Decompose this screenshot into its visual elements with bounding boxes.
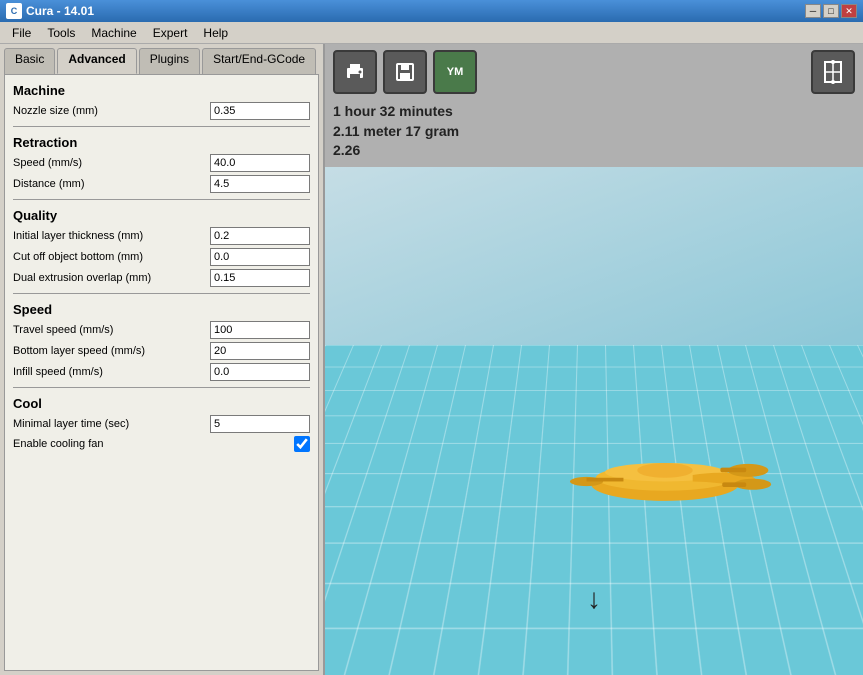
maximize-button[interactable]: □ [823, 4, 839, 18]
title-text: Cura - 14.01 [26, 4, 94, 18]
ym-button[interactable]: YM [433, 50, 477, 94]
separator-cool [13, 387, 310, 388]
input-cut-off[interactable] [210, 248, 310, 266]
app-icon: C [6, 3, 22, 19]
tab-basic[interactable]: Basic [4, 48, 55, 74]
print-info-text: 1 hour 32 minutes 2.11 meter 17 gram 2.2… [333, 102, 855, 161]
field-row-retraction-speed: Speed (mm/s) [13, 154, 310, 172]
field-row-nozzle: Nozzle size (mm) [13, 102, 310, 120]
save-button[interactable] [383, 50, 427, 94]
section-quality: Quality [13, 208, 310, 223]
input-infill-speed[interactable] [210, 363, 310, 381]
label-bottom-layer-speed: Bottom layer speed (mm/s) [13, 345, 210, 357]
toolbar: YM [325, 44, 863, 100]
field-row-retraction-distance: Distance (mm) [13, 175, 310, 193]
label-initial-layer: Initial layer thickness (mm) [13, 230, 210, 242]
down-arrow-icon: ↓ [587, 583, 601, 615]
settings-area: Machine Nozzle size (mm) Retraction Spee… [4, 74, 319, 671]
label-travel-speed: Travel speed (mm/s) [13, 324, 210, 336]
field-row-travel-speed: Travel speed (mm/s) [13, 321, 310, 339]
tab-plugins[interactable]: Plugins [139, 48, 200, 74]
label-dual-extrusion: Dual extrusion overlap (mm) [13, 272, 210, 284]
left-panel: Basic Advanced Plugins Start/End-GCode M… [0, 44, 325, 675]
print-time: 1 hour 32 minutes [333, 102, 855, 122]
field-row-initial-layer: Initial layer thickness (mm) [13, 227, 310, 245]
input-bottom-layer-speed[interactable] [210, 342, 310, 360]
section-machine: Machine [13, 83, 310, 98]
input-travel-speed[interactable] [210, 321, 310, 339]
field-row-minimal-layer-time: Minimal layer time (sec) [13, 415, 310, 433]
model-container [525, 415, 805, 535]
label-retraction-speed: Speed (mm/s) [13, 157, 210, 169]
input-initial-layer[interactable] [210, 227, 310, 245]
print-info: 1 hour 32 minutes 2.11 meter 17 gram 2.2… [325, 100, 863, 167]
section-retraction: Retraction [13, 135, 310, 150]
title-controls: ─ □ ✕ [805, 4, 857, 18]
label-cut-off: Cut off object bottom (mm) [13, 251, 210, 263]
tabs: Basic Advanced Plugins Start/End-GCode [0, 44, 323, 74]
menu-item-help[interactable]: Help [195, 24, 236, 42]
label-infill-speed: Infill speed (mm/s) [13, 366, 210, 378]
menu-item-tools[interactable]: Tools [39, 24, 83, 42]
close-button[interactable]: ✕ [841, 4, 857, 18]
field-row-bottom-layer-speed: Bottom layer speed (mm/s) [13, 342, 310, 360]
print-button[interactable] [333, 50, 377, 94]
title-bar: C Cura - 14.01 ─ □ ✕ [0, 0, 863, 22]
label-cooling-fan: Enable cooling fan [13, 438, 292, 450]
input-retraction-speed[interactable] [210, 154, 310, 172]
checkbox-cooling-fan[interactable] [294, 436, 310, 452]
main-container: Basic Advanced Plugins Start/End-GCode M… [0, 44, 863, 675]
separator-retraction [13, 126, 310, 127]
title-bar-left: C Cura - 14.01 [6, 3, 94, 19]
viewport[interactable]: ↓ [325, 167, 863, 675]
menu-item-expert[interactable]: Expert [145, 24, 196, 42]
label-minimal-layer-time: Minimal layer time (sec) [13, 418, 210, 430]
right-panel: YM 1 hour 32 minutes 2.11 meter 17 gram … [325, 44, 863, 675]
minimize-button[interactable]: ─ [805, 4, 821, 18]
field-row-cut-off: Cut off object bottom (mm) [13, 248, 310, 266]
label-retraction-distance: Distance (mm) [13, 178, 210, 190]
menu-bar: FileToolsMachineExpertHelp [0, 22, 863, 44]
section-speed: Speed [13, 302, 310, 317]
label-nozzle: Nozzle size (mm) [13, 105, 210, 117]
tab-advanced[interactable]: Advanced [57, 48, 136, 74]
field-row-infill-speed: Infill speed (mm/s) [13, 363, 310, 381]
menu-item-file[interactable]: File [4, 24, 39, 42]
input-minimal-layer-time[interactable] [210, 415, 310, 433]
field-row-cooling-fan: Enable cooling fan [13, 436, 310, 452]
separator-quality [13, 199, 310, 200]
menu-item-machine[interactable]: Machine [83, 24, 144, 42]
field-row-dual-extrusion: Dual extrusion overlap (mm) [13, 269, 310, 287]
input-dual-extrusion[interactable] [210, 269, 310, 287]
print-value: 2.26 [333, 141, 855, 161]
print-material: 2.11 meter 17 gram [333, 122, 855, 142]
input-nozzle[interactable] [210, 102, 310, 120]
input-retraction-distance[interactable] [210, 175, 310, 193]
separator-speed [13, 293, 310, 294]
right-tool-button[interactable] [811, 50, 855, 94]
section-cool: Cool [13, 396, 310, 411]
tab-start-end-gcode[interactable]: Start/End-GCode [202, 48, 316, 74]
